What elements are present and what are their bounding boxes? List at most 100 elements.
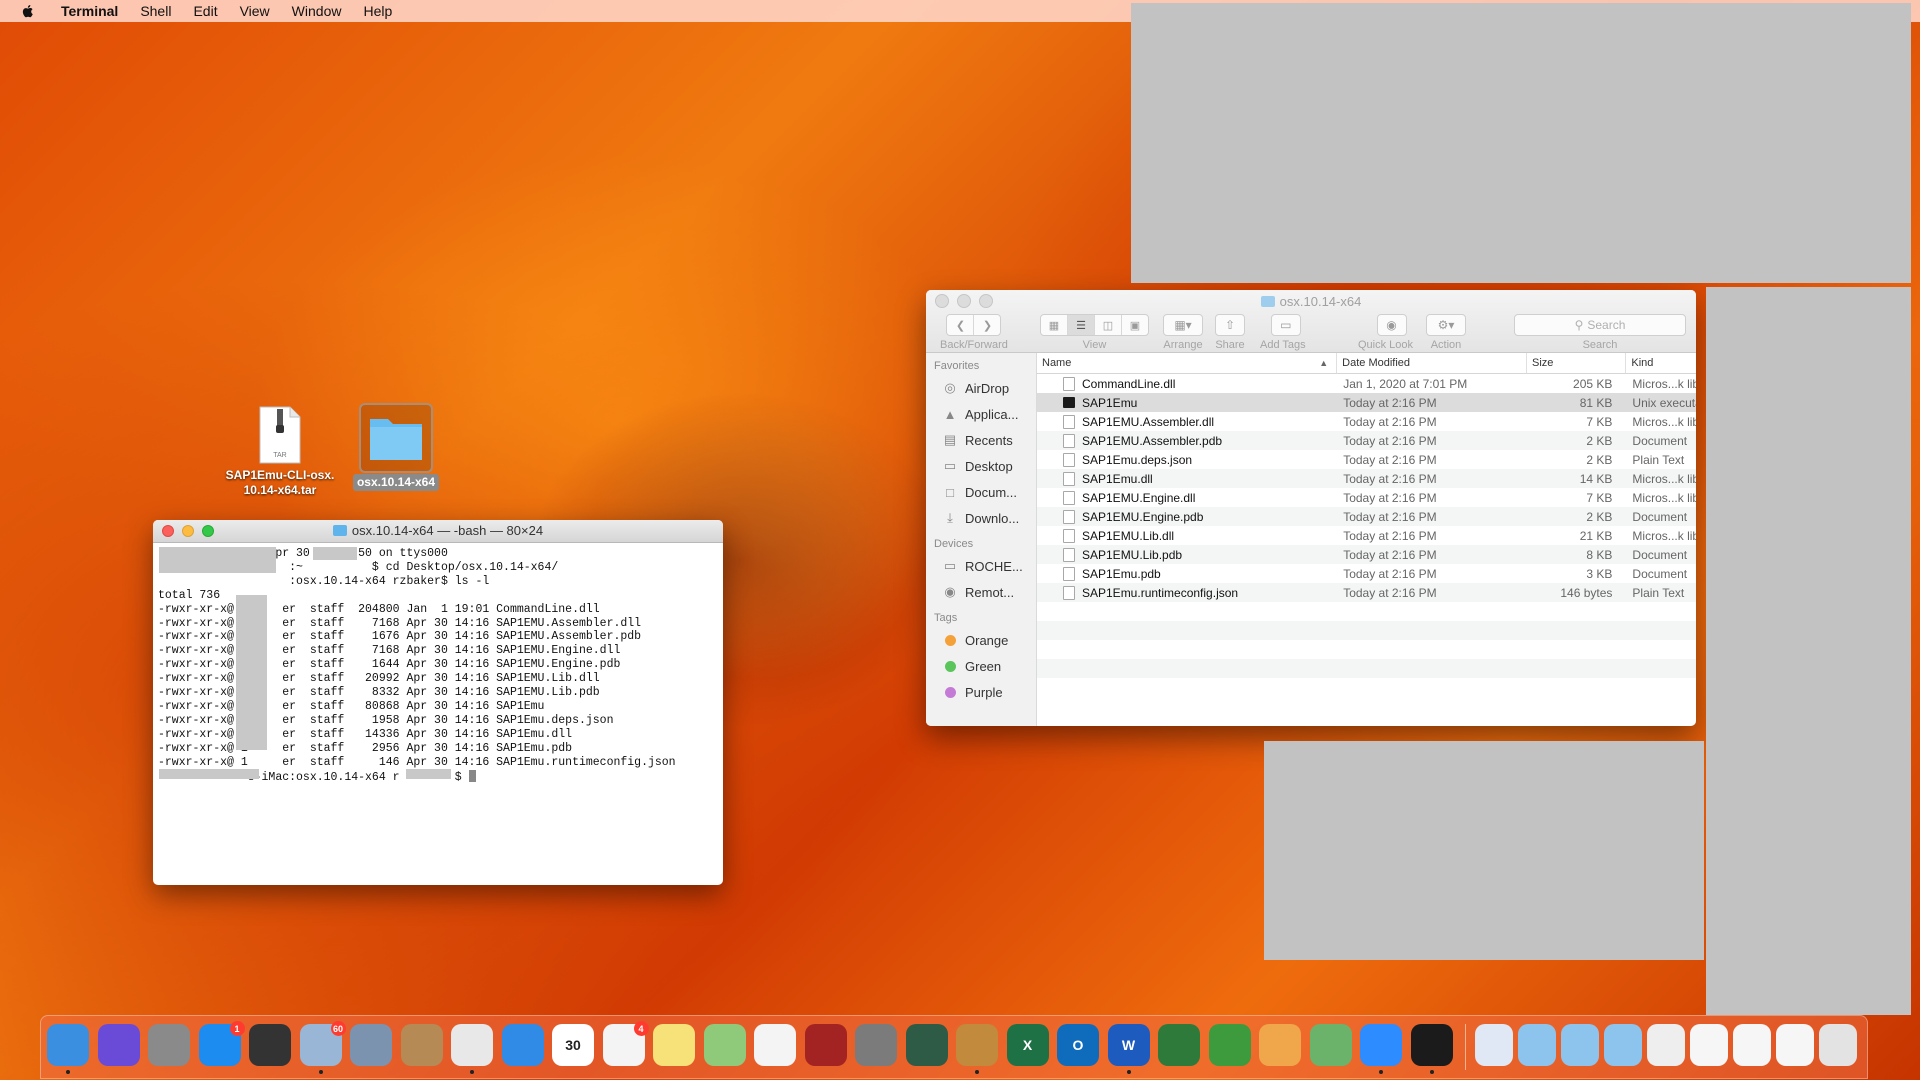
sidebar-item-downloads[interactable]: ⤓ Downlo... <box>926 505 1036 531</box>
file-row[interactable]: SAP1Emu.pdb Today at 2:16 PM 3 KB Document <box>1037 564 1696 583</box>
apple-menu-icon[interactable] <box>20 3 36 19</box>
excel-icon[interactable]: X <box>1006 1024 1049 1066</box>
column-header-size[interactable]: Size <box>1527 353 1627 373</box>
contacts-icon[interactable] <box>400 1024 443 1066</box>
share-button[interactable]: ⇧ <box>1215 314 1245 336</box>
jpeg-file-icon[interactable] <box>1475 1024 1513 1066</box>
menu-help[interactable]: Help <box>352 0 403 22</box>
file-row[interactable]: SAP1EMU.Engine.dll Today at 2:16 PM 7 KB Mi… <box>1037 488 1696 507</box>
menu-edit[interactable]: Edit <box>182 0 228 22</box>
chrome-icon[interactable] <box>451 1024 493 1066</box>
document-file-icon[interactable] <box>1733 1024 1771 1066</box>
arrange-button[interactable]: ▦▾ <box>1163 314 1203 336</box>
file-row[interactable]: SAP1EMU.Lib.dll Today at 2:16 PM 21 KB Micr… <box>1037 526 1696 545</box>
pages-icon[interactable] <box>1259 1024 1301 1066</box>
menu-window[interactable]: Window <box>281 0 353 22</box>
sidebar-item-computer[interactable]: ▭ ROCHE... <box>926 553 1036 579</box>
terminal-titlebar[interactable]: osx.10.14-x64 — -bash — 80×24 <box>153 520 723 543</box>
quick-look-button[interactable]: ◉ <box>1376 314 1407 336</box>
sidebar-tag-green[interactable]: Green <box>926 653 1036 679</box>
column-header-date[interactable]: Date Modified <box>1337 353 1527 373</box>
finder-window[interactable]: osx.10.14-x64 ❮ ❯ Back/Forward ▦ ☰ ◫ ▣ V… <box>926 290 1696 726</box>
folder-icon[interactable] <box>1518 1024 1556 1066</box>
file-row[interactable]: SAP1Emu.dll Today at 2:16 PM 14 KB Micros..… <box>1037 469 1696 488</box>
menu-shell[interactable]: Shell <box>129 0 182 22</box>
file-size: 2 KB <box>1586 433 1613 448</box>
siri-icon[interactable] <box>97 1024 140 1066</box>
screenshot-file-icon[interactable] <box>1647 1024 1685 1066</box>
file-row[interactable]: SAP1EMU.Lib.pdb Today at 2:16 PM 8 KB Docum… <box>1037 545 1696 564</box>
minimize-button[interactable] <box>182 525 194 537</box>
file-row[interactable]: CommandLine.dll Jan 1, 2020 at 7:01 PM 205… <box>1037 374 1696 393</box>
itunes-icon[interactable] <box>754 1024 796 1066</box>
sidebar-tag-orange[interactable]: Orange <box>926 627 1036 653</box>
column-header-kind[interactable]: Kind <box>1626 353 1696 373</box>
share-icon: ⇧ <box>1224 318 1236 332</box>
gallery-view-button[interactable]: ▣ <box>1122 315 1148 335</box>
notes-icon[interactable] <box>653 1024 695 1066</box>
installer-icon[interactable] <box>1309 1024 1352 1066</box>
time-machine-icon[interactable] <box>905 1024 948 1066</box>
sidebar-item-desktop[interactable]: ▭ Desktop <box>926 453 1036 479</box>
maps-icon[interactable] <box>703 1024 746 1066</box>
reminders-icon[interactable]: 4 <box>602 1021 649 1066</box>
photo-booth-icon[interactable] <box>804 1024 847 1066</box>
zoom-button[interactable] <box>202 525 214 537</box>
file-row[interactable]: SAP1Emu.runtimeconfig.json Today at 2:16 … <box>1037 583 1696 602</box>
calendar-icon[interactable]: 30 <box>552 1024 594 1066</box>
sidebar-item-remote-disc[interactable]: ◉ Remot... <box>926 579 1036 605</box>
file-row[interactable]: SAP1EMU.Assembler.pdb Today at 2:16 PM 2 K… <box>1037 431 1696 450</box>
forward-button[interactable]: ❯ <box>974 315 1000 335</box>
column-view-button[interactable]: ◫ <box>1095 315 1122 335</box>
document-file-icon <box>1063 509 1075 524</box>
search-input[interactable]: ⚲ Search <box>1514 314 1686 336</box>
file-row[interactable]: SAP1Emu.deps.json Today at 2:16 PM 2 KB Pla… <box>1037 450 1696 469</box>
file-row[interactable]: SAP1EMU.Engine.pdb Today at 2:16 PM 2 KB Do… <box>1037 507 1696 526</box>
app-store-icon[interactable]: 1 <box>198 1021 245 1066</box>
menu-view[interactable]: View <box>229 0 281 22</box>
downloads-folder-icon[interactable] <box>1604 1024 1642 1066</box>
add-tags-button[interactable]: ▭ <box>1270 314 1301 336</box>
outlook-icon[interactable]: O <box>1057 1024 1099 1066</box>
numbers-icon[interactable] <box>1208 1024 1251 1066</box>
launchpad-icon[interactable] <box>148 1024 190 1066</box>
sidebar-item-applications[interactable]: ▲ Applica... <box>926 401 1036 427</box>
file-row[interactable]: SAP1EMU.Assembler.dll Today at 2:16 PM 7 K… <box>1037 412 1696 431</box>
terminal-window[interactable]: osx.10.14-x64 — -bash — 80×24 Last login… <box>153 520 723 885</box>
list-view-button[interactable]: ☰ <box>1068 315 1095 335</box>
system-preferences-icon[interactable] <box>855 1024 897 1066</box>
desktop-icon-tar-archive[interactable]: TAR SAP1Emu-CLI-osx. 10.14-x64.tar <box>215 405 345 498</box>
safari-icon[interactable] <box>501 1024 544 1066</box>
sidebar-item-airdrop[interactable]: ◎ AirDrop <box>926 375 1036 401</box>
menu-app-terminal[interactable]: Terminal <box>50 0 129 22</box>
keynote-icon[interactable] <box>956 1024 998 1066</box>
photos-icon[interactable] <box>1158 1024 1200 1066</box>
column-header-name[interactable]: Name ▲ <box>1037 353 1338 373</box>
close-button[interactable] <box>162 525 174 537</box>
dashboard-icon[interactable] <box>249 1024 291 1066</box>
sidebar-item-documents[interactable]: □ Docum... <box>926 479 1036 505</box>
file-row[interactable]: SAP1Emu Today at 2:16 PM 81 KB Unix executa <box>1037 393 1696 412</box>
file-name-cell: SAP1Emu.dll <box>1037 471 1337 486</box>
document-file-icon <box>1063 376 1075 391</box>
back-button[interactable]: ❮ <box>947 315 975 335</box>
document-file-icon[interactable] <box>1776 1024 1814 1066</box>
icon-view-button[interactable]: ▦ <box>1041 315 1068 335</box>
file-date: Today at 2:16 PM <box>1343 566 1437 581</box>
image-capture-icon[interactable] <box>350 1024 392 1066</box>
preview-icon[interactable]: 60 <box>299 1021 346 1066</box>
sidebar-item-label: Desktop <box>965 458 1013 474</box>
finder-icon[interactable] <box>47 1024 89 1066</box>
action-button[interactable]: ⚙▾ <box>1426 314 1466 336</box>
document-file-icon[interactable] <box>1690 1024 1728 1066</box>
applications-folder-icon[interactable] <box>1561 1024 1599 1066</box>
sidebar-item-recents[interactable]: ▤ Recents <box>926 427 1036 453</box>
terminal-icon[interactable] <box>1410 1024 1453 1066</box>
trash-icon[interactable] <box>1819 1024 1857 1066</box>
sidebar-tag-purple[interactable]: Purple <box>926 679 1036 705</box>
dock-icon-glyph: O <box>1072 1037 1084 1053</box>
word-icon[interactable]: W <box>1107 1024 1150 1066</box>
desktop-icon-folder-osx[interactable]: osx.10.14-x64 <box>331 403 461 491</box>
zoom-icon[interactable] <box>1360 1024 1402 1066</box>
document-file-icon <box>1063 585 1075 600</box>
